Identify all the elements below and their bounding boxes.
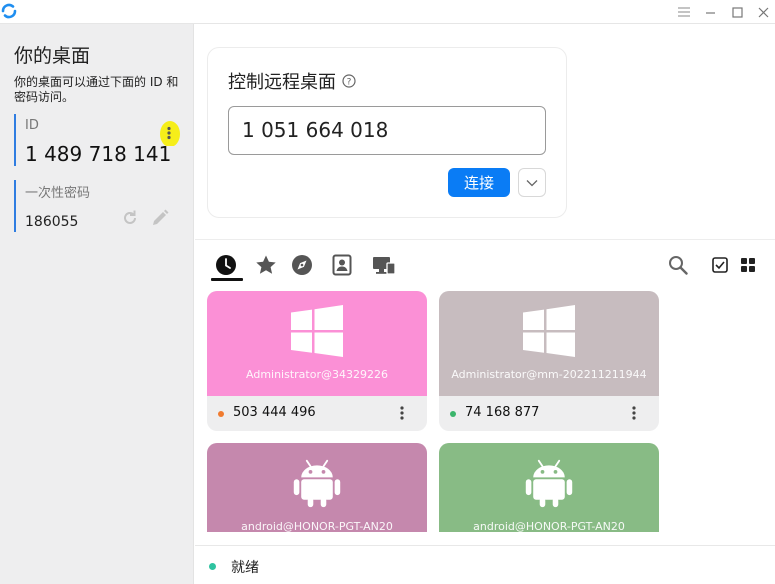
favorites-star-icon [256,255,276,274]
your-desktop-description: 你的桌面可以通过下面的 ID 和密码访问。 [14,75,179,104]
your-desktop-title: 你的桌面 [14,45,91,67]
hamburger-menu-icon [678,7,690,17]
grid-view-icon [741,258,755,272]
android-logo-icon [525,459,573,508]
title-bar [0,0,775,24]
minimize-button[interactable] [698,0,722,24]
peer-card-header: android@HONOR-PGT-AN20 [439,443,659,532]
more-vertical-icon [400,406,404,420]
windows-logo-icon [523,305,575,357]
section-divider [195,239,775,240]
peer-username: android@HONOR-PGT-AN20 [241,520,393,532]
group-devices-icon [373,257,396,275]
control-remote-title: 控制远程桌面 ? [228,68,356,94]
tab-discovered[interactable] [285,250,319,280]
tab-recent[interactable] [209,250,243,281]
control-remote-title-text: 控制远程桌面 [228,72,336,93]
hamburger-menu-button[interactable] [672,0,696,24]
main-area: 控制远程桌面 ? 1 051 664 018 连接 Administrator@… [195,24,775,584]
peer-card[interactable]: Administrator@34329226 503 444 496 [207,291,427,431]
tab-group[interactable] [367,250,401,280]
ready-status-dot [209,563,216,570]
select-peers-button[interactable] [707,252,733,278]
recent-clock-icon [216,255,236,275]
help-question-icon[interactable]: ? [342,74,356,88]
peer-card-footer: 503 444 496 [207,396,427,431]
svg-text:?: ? [347,77,352,87]
android-logo-icon [293,459,341,508]
password-label: 一次性密码 [25,186,91,201]
remote-id-input[interactable]: 1 051 664 018 [228,106,546,155]
search-peers-button[interactable] [665,252,691,278]
tab-address-book[interactable] [325,250,359,280]
more-vertical-icon [632,406,636,420]
edit-password-icon[interactable] [150,208,170,228]
peer-status-dot [450,411,456,417]
chevron-down-icon [526,179,538,186]
address-book-icon [332,254,352,276]
id-menu-more-icon[interactable] [158,120,184,146]
search-icon [669,256,688,275]
status-bar: 就绪 [195,545,775,584]
peer-status-dot [218,411,224,417]
peer-username: android@HONOR-PGT-AN20 [473,520,625,532]
maximize-button[interactable] [725,0,749,24]
connect-button[interactable]: 连接 [448,168,510,197]
peer-card-footer: 74 168 877 [439,396,659,431]
peer-grid: Administrator@34329226 503 444 496 Admin… [207,291,767,532]
peer-username: Administrator@mm-202211211944 [451,368,647,381]
peer-card[interactable]: android@HONOR-PGT-AN20 [207,443,427,532]
peer-more-button[interactable] [623,402,645,424]
rustdesk-logo-icon [1,3,17,19]
connect-options-dropdown[interactable] [518,168,546,197]
peer-card[interactable]: Administrator@mm-202211211944 74 168 877 [439,291,659,431]
peer-tabs [207,250,767,281]
peer-username: Administrator@34329226 [246,368,388,381]
windows-logo-icon [291,305,343,357]
close-button[interactable] [751,0,775,24]
peer-id: 74 168 877 [465,405,540,420]
peer-more-button[interactable] [391,402,413,424]
minimize-icon [705,11,715,14]
ready-status-text: 就绪 [231,560,259,576]
password-block: 一次性密码 186055 [14,180,184,232]
maximize-icon [731,6,743,18]
control-remote-card: 控制远程桌面 ? 1 051 664 018 连接 [207,47,567,218]
peer-card-header: android@HONOR-PGT-AN20 [207,443,427,532]
tab-favorites[interactable] [249,250,283,280]
refresh-password-icon[interactable] [120,208,140,228]
grid-view-button[interactable] [735,252,761,278]
discovered-compass-icon [292,255,312,275]
peer-card[interactable]: android@HONOR-PGT-AN20 [439,443,659,532]
peer-card-header: Administrator@34329226 [207,291,427,396]
checkbox-select-icon [712,257,728,273]
peer-id: 503 444 496 [233,405,316,420]
peer-card-header: Administrator@mm-202211211944 [439,291,659,396]
your-desktop-panel: 你的桌面 你的桌面可以通过下面的 ID 和密码访问。 ID 1 489 718 … [0,24,194,584]
close-icon [758,7,768,17]
rustdesk-window: 你的桌面 你的桌面可以通过下面的 ID 和密码访问。 ID 1 489 718 … [0,0,775,584]
